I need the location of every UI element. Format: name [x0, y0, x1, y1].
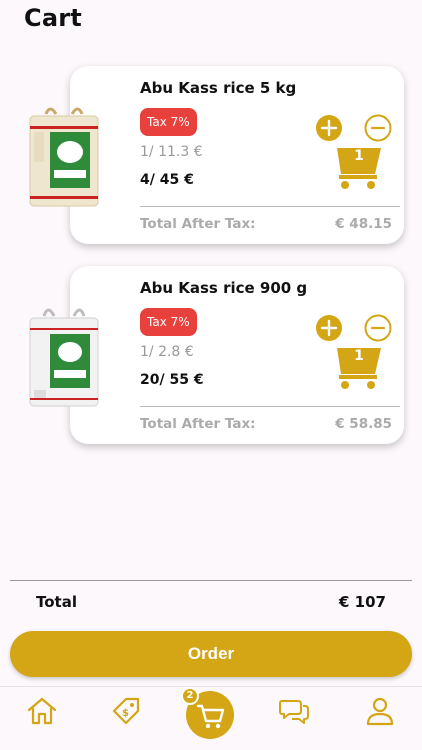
quantity-value: 1	[354, 148, 364, 164]
decrease-quantity-button[interactable]	[364, 114, 392, 142]
total-after-tax-label: Total After Tax:	[140, 416, 256, 432]
product-name: Abu Kass rice 900 g	[140, 279, 308, 297]
cart-count-badge: 2	[181, 687, 199, 705]
total-label: Total	[36, 593, 77, 611]
cart-item-card: Abu Kass rice 5 kg Tax 7% 1/ 11.3 € 4/ 4…	[29, 66, 404, 244]
cart-item-card: Abu Kass rice 900 g Tax 7% 1/ 2.8 € 20/ …	[29, 266, 404, 444]
tax-badge: Tax 7%	[140, 108, 197, 136]
page-title: Cart	[24, 4, 82, 32]
order-button[interactable]: Order	[10, 631, 412, 677]
unit-price: 1/ 2.8 €	[140, 344, 194, 360]
divider	[140, 406, 400, 407]
tax-badge: Tax 7%	[140, 308, 197, 336]
total-after-tax-label: Total After Tax:	[140, 216, 256, 232]
total-after-tax-value: € 58.85	[335, 416, 392, 432]
product-image	[29, 107, 99, 207]
tag-icon[interactable]: $	[110, 695, 142, 727]
bottom-nav: $ 2	[0, 686, 422, 750]
quantity-cart-indicator: 1	[327, 144, 383, 190]
pack-price: 4/ 45 €	[140, 172, 194, 188]
total-after-tax-value: € 48.15	[335, 216, 392, 232]
total-value: € 107	[339, 593, 386, 611]
increase-quantity-button[interactable]	[315, 114, 343, 142]
decrease-quantity-button[interactable]	[364, 314, 392, 342]
product-name: Abu Kass rice 5 kg	[140, 79, 297, 97]
pack-price: 20/ 55 €	[140, 372, 204, 388]
chat-icon[interactable]	[278, 695, 310, 727]
divider	[140, 206, 400, 207]
quantity-cart-indicator: 1	[327, 344, 383, 390]
unit-price: 1/ 11.3 €	[140, 144, 203, 160]
product-image	[29, 308, 99, 407]
summary-divider	[10, 580, 412, 581]
home-icon[interactable]	[26, 695, 58, 727]
quantity-value: 1	[354, 348, 364, 364]
svg-text:$: $	[122, 708, 129, 719]
user-icon[interactable]	[364, 695, 396, 727]
increase-quantity-button[interactable]	[315, 314, 343, 342]
